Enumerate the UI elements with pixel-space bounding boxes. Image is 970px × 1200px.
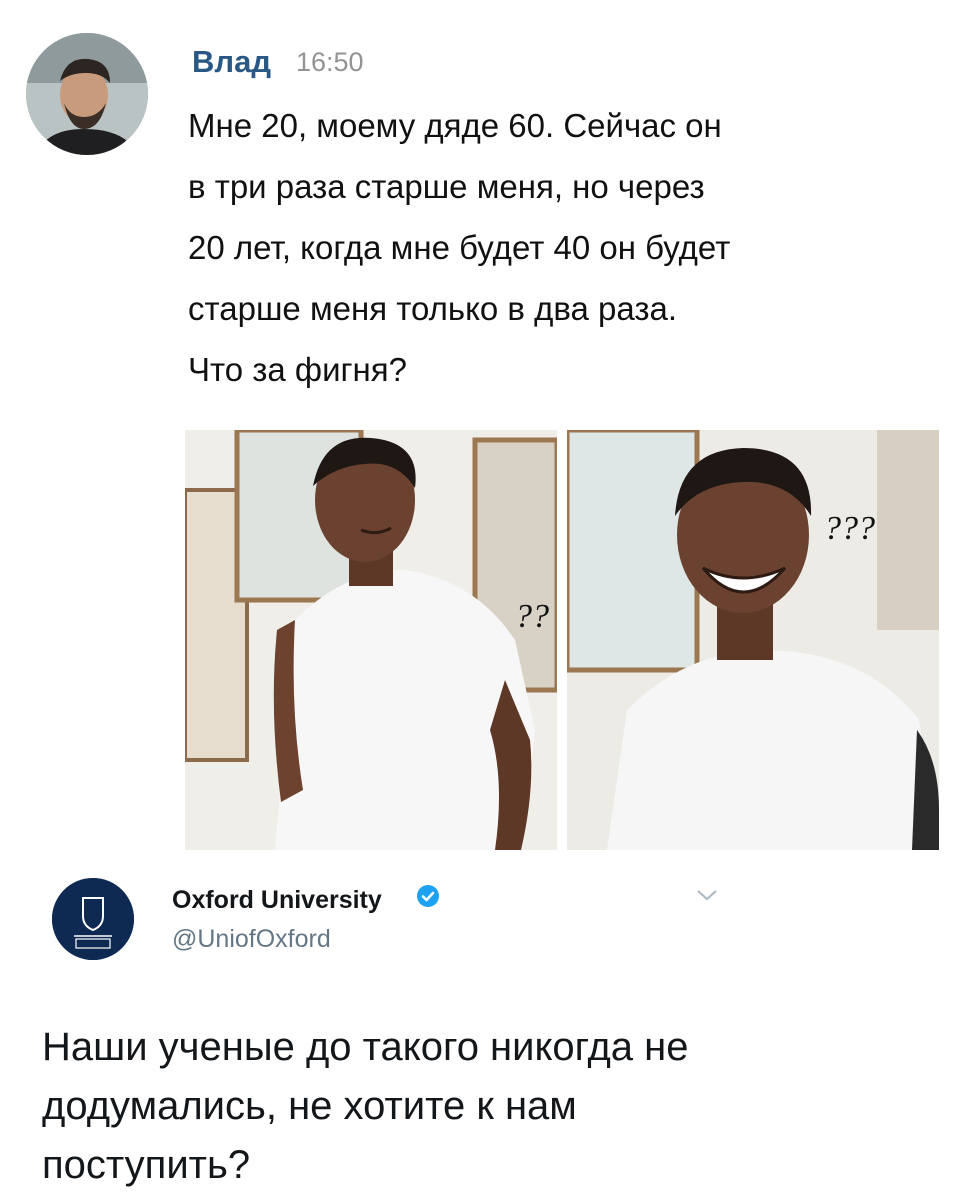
meme-question-marks-right: ??? [824, 510, 875, 547]
chevron-down-icon[interactable] [696, 888, 718, 902]
meme-illustration-left [185, 430, 557, 850]
vk-post: Влад 16:50 Мне 20, моему дяде 60. Сейчас… [0, 0, 970, 870]
tweet-author-name[interactable]: Oxford University [172, 886, 382, 915]
post-time[interactable]: 16:50 [296, 47, 364, 78]
meme-photo-right[interactable]: ??? [567, 430, 939, 850]
meme-question-marks-left: ?? [515, 598, 549, 635]
meme-photo-left[interactable]: ?? [185, 430, 557, 850]
avatar[interactable] [26, 33, 148, 155]
tweet-text: Наши ученые до такого никогда не додумал… [42, 1025, 689, 1187]
tweet-handle[interactable]: @UniofOxford [172, 925, 331, 954]
oxford-crest-icon [52, 878, 134, 960]
post-text: Мне 20, моему дяде 60. Сейчас он в три р… [188, 107, 731, 388]
avatar-photo [26, 33, 148, 155]
oxford-avatar[interactable] [52, 878, 134, 960]
author-name[interactable]: Влад [192, 44, 271, 80]
verified-badge-icon [417, 885, 439, 907]
meme-illustration-right [567, 430, 939, 850]
